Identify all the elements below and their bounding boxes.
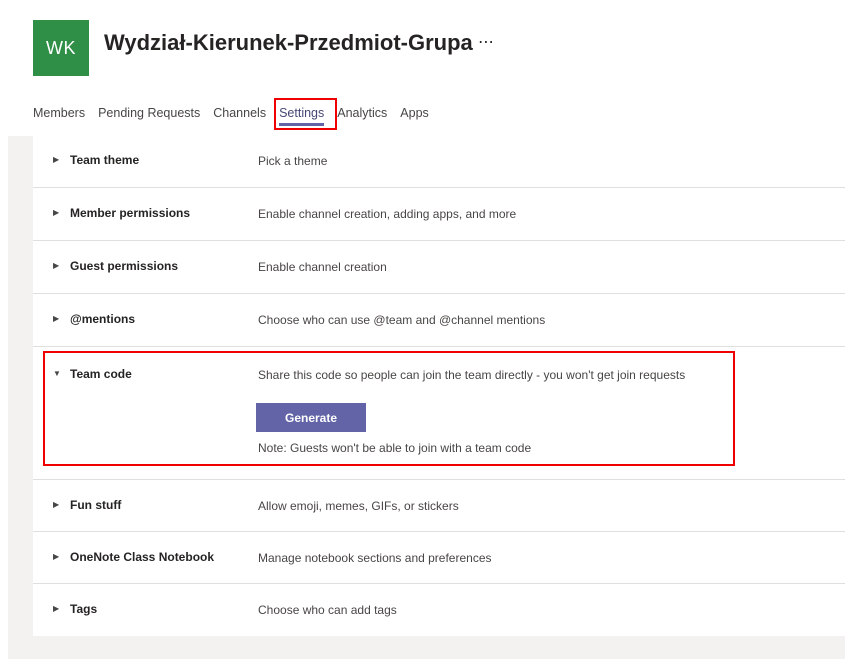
tab-members[interactable]: Members bbox=[33, 106, 85, 126]
tab-label: Pending Requests bbox=[98, 106, 201, 120]
setting-description: Enable channel creation, adding apps, an… bbox=[258, 207, 517, 221]
setting-name: Fun stuff bbox=[70, 498, 122, 512]
tab-pending-requests[interactable]: Pending Requests bbox=[98, 106, 200, 126]
setting-toggle-member-permissions[interactable]: ▶ Member permissions bbox=[53, 206, 191, 220]
team-initials: WK bbox=[46, 37, 76, 58]
setting-toggle-guest-permissions[interactable]: ▶ Guest permissions bbox=[53, 259, 179, 273]
caret-right-icon: ▶ bbox=[53, 261, 60, 270]
setting-row-tags: ▶ Tags Choose who can add tags bbox=[33, 584, 845, 636]
tab-label: Analytics bbox=[337, 106, 388, 120]
caret-right-icon: ▶ bbox=[53, 314, 60, 323]
setting-name: @mentions bbox=[70, 312, 136, 326]
team-avatar: WK bbox=[33, 20, 89, 76]
tab-apps[interactable]: Apps bbox=[400, 106, 429, 126]
setting-name: Tags bbox=[70, 602, 98, 616]
settings-tab-highlight bbox=[274, 98, 337, 130]
setting-toggle-onenote-class-notebook[interactable]: ▶ OneNote Class Notebook bbox=[53, 550, 215, 564]
setting-row-member-permissions: ▶ Member permissions Enable channel creat… bbox=[33, 188, 845, 241]
team-title: Wydział-Kierunek-Przedmiot-Grupa bbox=[104, 30, 473, 55]
setting-toggle-team-theme[interactable]: ▶ Team theme bbox=[53, 153, 140, 167]
setting-row-onenote-class-notebook: ▶ OneNote Class Notebook Manage notebook … bbox=[33, 532, 845, 584]
setting-name: Member permissions bbox=[70, 206, 191, 220]
setting-description: Enable channel creation bbox=[258, 260, 387, 274]
setting-description: Choose who can add tags bbox=[258, 603, 397, 617]
setting-name: Team theme bbox=[70, 153, 140, 167]
caret-right-icon: ▶ bbox=[53, 208, 60, 217]
tab-channels[interactable]: Channels bbox=[213, 106, 266, 126]
setting-row-guest-permissions: ▶ Guest permissions Enable channel creati… bbox=[33, 241, 845, 294]
team-code-highlight bbox=[43, 351, 735, 466]
setting-name: Guest permissions bbox=[70, 259, 179, 273]
setting-row-team-theme: ▶ Team theme Pick a theme bbox=[33, 136, 845, 188]
setting-description: Pick a theme bbox=[258, 154, 328, 168]
tab-analytics[interactable]: Analytics bbox=[337, 106, 387, 126]
caret-right-icon: ▶ bbox=[53, 604, 60, 613]
setting-description: Allow emoji, memes, GIFs, or stickers bbox=[258, 499, 459, 513]
setting-toggle-mentions[interactable]: ▶ @mentions bbox=[53, 312, 136, 326]
setting-toggle-fun-stuff[interactable]: ▶ Fun stuff bbox=[53, 498, 122, 512]
setting-row-fun-stuff: ▶ Fun stuff Allow emoji, memes, GIFs, or … bbox=[33, 480, 845, 532]
tab-label: Channels bbox=[213, 106, 267, 120]
setting-description: Manage notebook sections and preferences bbox=[258, 551, 492, 565]
setting-row-mentions: ▶ @mentions Choose who can use @team and … bbox=[33, 294, 845, 347]
setting-name: OneNote Class Notebook bbox=[70, 550, 215, 564]
more-options-icon[interactable]: ⋯ bbox=[478, 32, 495, 52]
tab-bar: Members Pending Requests Channels Settin… bbox=[33, 106, 442, 126]
tab-label: Members bbox=[33, 106, 86, 120]
setting-description: Choose who can use @team and @channel me… bbox=[258, 313, 546, 327]
caret-right-icon: ▶ bbox=[53, 155, 60, 164]
caret-right-icon: ▶ bbox=[53, 552, 60, 561]
setting-toggle-tags[interactable]: ▶ Tags bbox=[53, 602, 98, 616]
tab-label: Apps bbox=[400, 106, 429, 120]
caret-right-icon: ▶ bbox=[53, 500, 60, 509]
